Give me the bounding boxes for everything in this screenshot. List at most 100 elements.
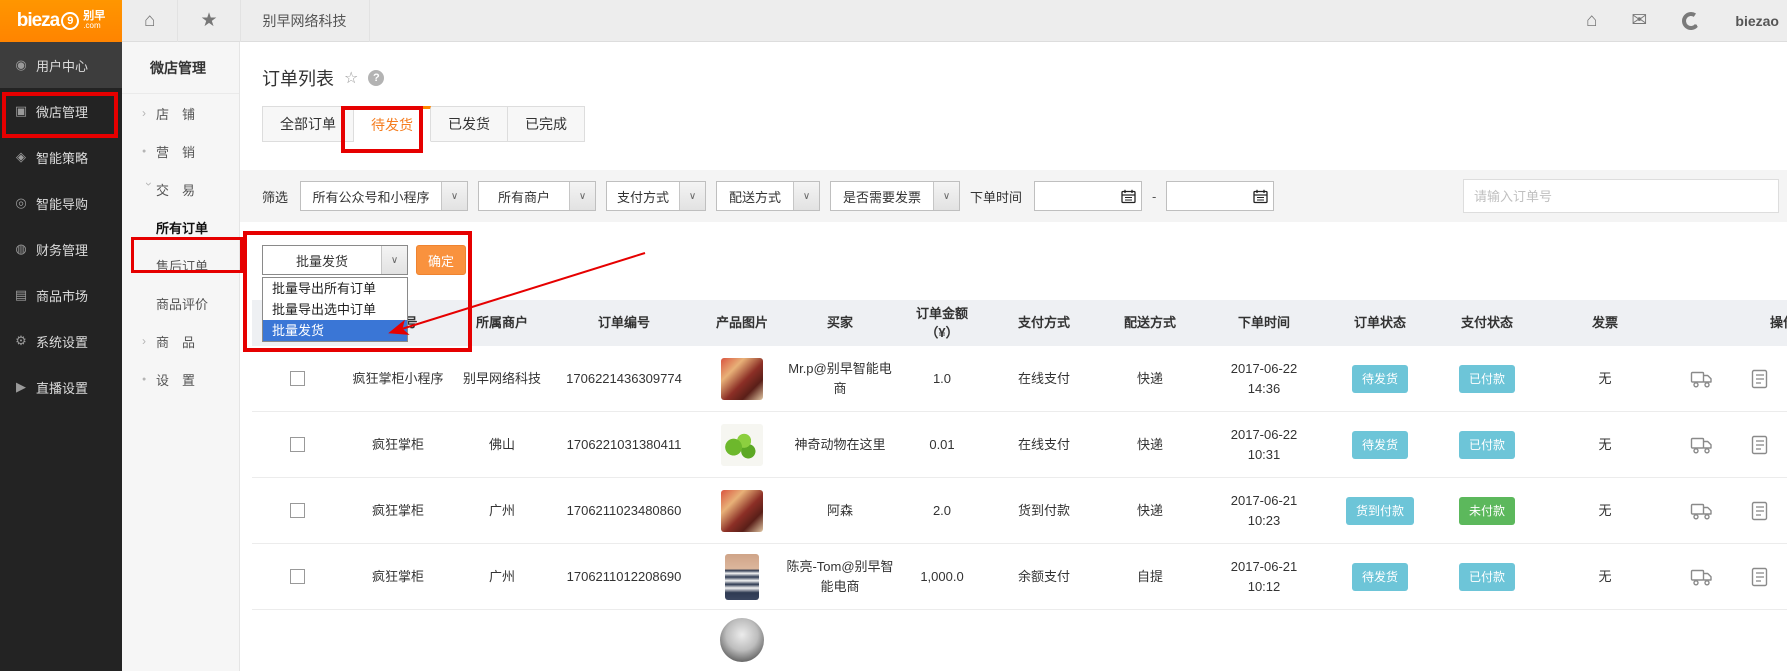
batch-action-select[interactable]: 批量发货 ∨ (262, 245, 408, 275)
star-icon[interactable]: ★ (178, 0, 240, 42)
product-image[interactable] (721, 358, 763, 400)
table-row: 疯狂掌柜 广州 1706211012208690 陈亮-Tom@别早智能电商 1… (252, 544, 1787, 610)
dropdown-option-export-selected[interactable]: 批量导出选中订单 (263, 299, 407, 320)
mail-icon[interactable]: ✉ (1632, 9, 1648, 32)
product-image[interactable] (720, 618, 764, 662)
channel-select[interactable]: 所有公众号和小程序∨ (300, 181, 468, 211)
pay-status-badge: 未付款 (1459, 497, 1515, 525)
date-to-input[interactable] (1166, 181, 1274, 211)
store-icon: ▣ (13, 103, 29, 119)
gear-icon: ⚙ (13, 333, 29, 349)
col-header-order-status: 订单状态 (1326, 300, 1434, 346)
table-row: 疯狂掌柜 佛山 1706221031380411 神奇动物在这里 0.01 在线… (252, 412, 1787, 478)
order-amount: 1,000.0 (894, 544, 990, 609)
ship-truck-icon[interactable] (1690, 501, 1714, 521)
submenu-item-goods[interactable]: ›商 品 (122, 322, 239, 360)
submenu-item-all-orders[interactable]: 所有订单 (122, 208, 239, 246)
strategy-icon: ◈ (13, 149, 29, 165)
row-checkbox[interactable] (290, 437, 305, 452)
sidebar-item-live-settings[interactable]: ▶直播设置 (0, 364, 122, 410)
col-header-pay-method: 支付方式 (990, 300, 1098, 346)
order-number: 1706221436309774 (550, 346, 698, 411)
ship-truck-icon[interactable] (1690, 435, 1714, 455)
ship-truck-icon[interactable] (1690, 369, 1714, 389)
col-header-delivery: 配送方式 (1098, 300, 1202, 346)
confirm-button[interactable]: 确定 (416, 245, 466, 275)
shopping-guide-icon: ◎ (13, 195, 29, 211)
logo-text: bieza (17, 10, 60, 32)
dropdown-option-export-all[interactable]: 批量导出所有订单 (263, 278, 407, 299)
order-amount: 1.0 (894, 346, 990, 411)
pay-method: 在线支付 (990, 346, 1098, 411)
date-from-input[interactable] (1034, 181, 1142, 211)
chevron-right-icon: › (142, 334, 156, 348)
order-detail-icon[interactable] (1750, 501, 1770, 521)
submenu-item-product-reviews[interactable]: 商品评价 (122, 284, 239, 322)
merchant-name: 广州 (454, 544, 550, 609)
tab-completed[interactable]: 已完成 (508, 106, 585, 142)
order-status-badge: 货到付款 (1346, 497, 1414, 525)
order-management-screen: bieza 9 别早 .com ⌂ ★ 别早网络科技 ⌂ ✉ biezao ◉用… (0, 0, 1787, 671)
submenu-item-shop[interactable]: ›店 铺 (122, 94, 239, 132)
order-time: 2017-06-21 10:12 (1202, 544, 1326, 609)
sidebar-item-finance[interactable]: ◍财务管理 (0, 226, 122, 272)
calendar-icon[interactable] (1121, 189, 1136, 204)
order-time-label: 下单时间 (970, 187, 1022, 206)
invoice-value: 无 (1540, 478, 1670, 543)
row-checkbox[interactable] (290, 371, 305, 386)
submenu: 微店管理 ›店 铺 ●营 销 ›交 易 所有订单 售后订单 商品评价 ›商 品 … (122, 42, 240, 671)
row-checkbox[interactable] (290, 503, 305, 518)
order-status-badge: 待发货 (1352, 431, 1408, 459)
help-icon[interactable]: ? (368, 70, 384, 86)
delivery-method: 快递 (1098, 478, 1202, 543)
page-title: 订单列表 (262, 65, 334, 91)
buyer-name: 神奇动物在这里 (786, 412, 894, 477)
merchant-select[interactable]: 所有商户∨ (478, 181, 596, 211)
filter-label: 筛选 (262, 187, 288, 206)
sidebar-item-system-settings[interactable]: ⚙系统设置 (0, 318, 122, 364)
tab-shipped[interactable]: 已发货 (431, 106, 508, 142)
tab-pending-shipment[interactable]: 待发货 (354, 106, 431, 142)
sidebar-item-smart-strategy[interactable]: ◈智能策略 (0, 134, 122, 180)
order-amount: 0.01 (894, 412, 990, 477)
order-detail-icon[interactable] (1750, 369, 1770, 389)
submenu-header: 微店管理 (122, 42, 239, 94)
submenu-item-trade[interactable]: ›交 易 (122, 170, 239, 208)
order-detail-icon[interactable] (1750, 435, 1770, 455)
invoice-select[interactable]: 是否需要发票∨ (830, 181, 960, 211)
row-checkbox[interactable] (290, 569, 305, 584)
submenu-item-settings[interactable]: ●设 置 (122, 360, 239, 398)
ship-truck-icon[interactable] (1690, 567, 1714, 587)
logo[interactable]: bieza 9 别早 .com (0, 0, 122, 42)
tab-all-orders[interactable]: 全部订单 (262, 106, 354, 142)
order-status-badge: 待发货 (1352, 365, 1408, 393)
home-icon[interactable]: ⌂ (122, 0, 178, 42)
order-number: 1706221031380411 (550, 412, 698, 477)
pay-status-badge: 已付款 (1459, 365, 1515, 393)
dropdown-option-batch-ship[interactable]: 批量发货 (263, 320, 407, 341)
buyer-name: 阿森 (786, 478, 894, 543)
submenu-item-aftersale-orders[interactable]: 售后订单 (122, 246, 239, 284)
order-number-input[interactable] (1463, 179, 1779, 213)
sidebar-item-user-center[interactable]: ◉用户中心 (0, 42, 122, 88)
support-icon[interactable] (1681, 11, 1701, 31)
product-image[interactable] (725, 554, 759, 600)
delivery-method: 自提 (1098, 544, 1202, 609)
product-image[interactable] (721, 490, 763, 532)
order-detail-icon[interactable] (1750, 567, 1770, 587)
order-number: 1706211012208690 (550, 544, 698, 609)
username[interactable]: biezao (1735, 13, 1779, 29)
delivery-method-select[interactable]: 配送方式∨ (716, 181, 820, 211)
orders-table: 公众号 所属商户 订单编号 产品图片 买家 订单金额 （¥） 支付方式 配送方式… (240, 300, 1787, 670)
sidebar-item-goods-market[interactable]: ▤商品市场 (0, 272, 122, 318)
product-image[interactable] (721, 424, 763, 466)
sidebar-item-smart-guide[interactable]: ◎智能导购 (0, 180, 122, 226)
home-icon[interactable]: ⌂ (1586, 10, 1597, 32)
chevron-down-icon: ∨ (679, 182, 705, 210)
calendar-icon[interactable] (1253, 189, 1268, 204)
submenu-item-marketing[interactable]: ●营 销 (122, 132, 239, 170)
payment-method-select[interactable]: 支付方式∨ (606, 181, 706, 211)
sidebar-item-shop-management[interactable]: ▣微店管理 (0, 88, 122, 134)
merchant-name: 广州 (454, 478, 550, 543)
favorite-star-icon[interactable]: ☆ (344, 68, 358, 88)
